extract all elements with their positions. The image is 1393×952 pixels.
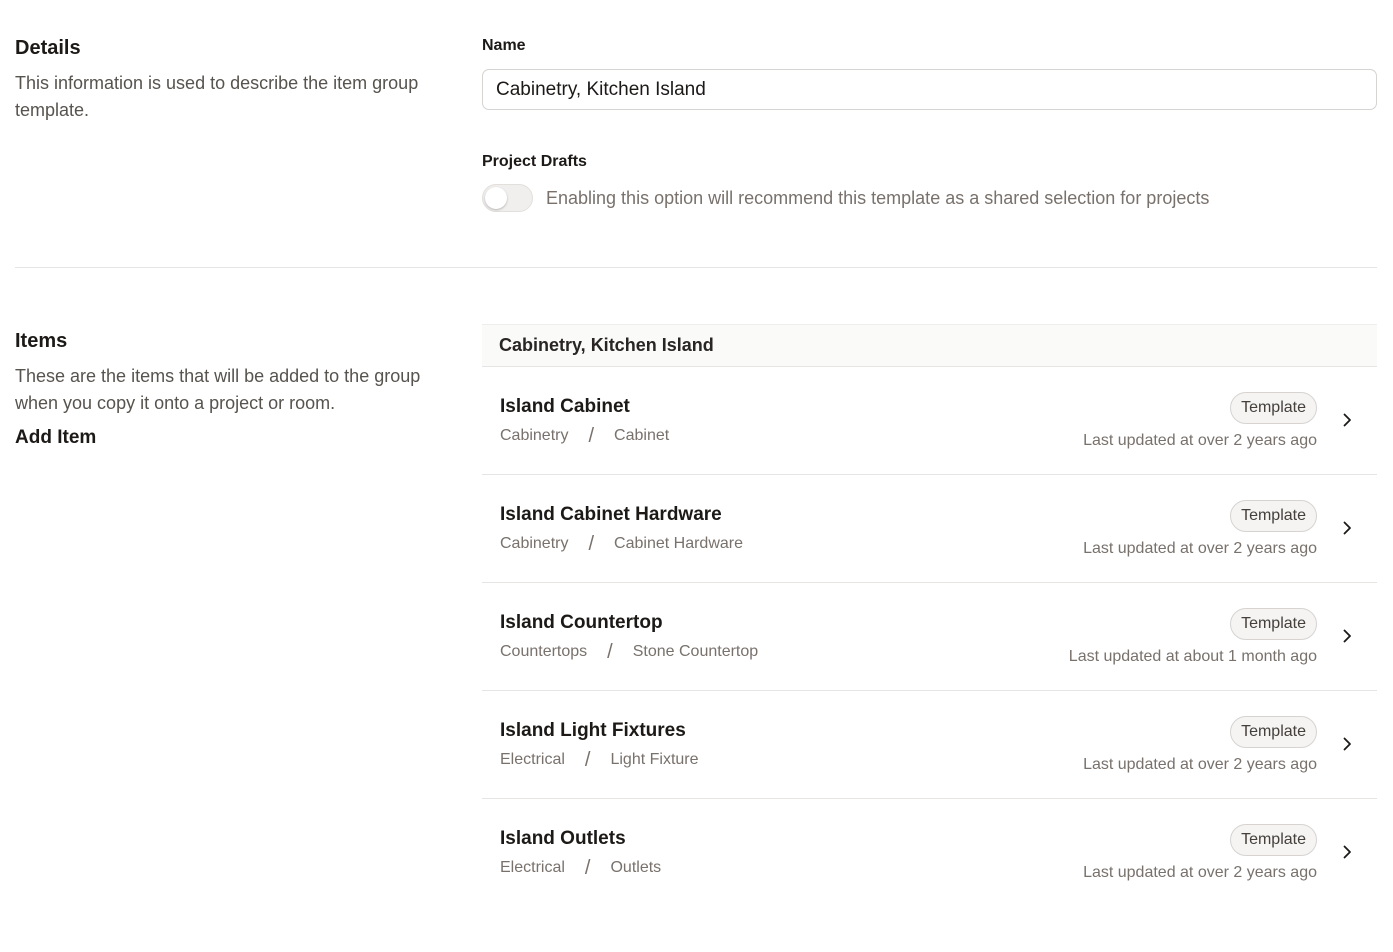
item-group-panel: Cabinetry, Kitchen Island Island Cabinet… bbox=[482, 324, 1377, 907]
project-drafts-description: Enabling this option will recommend this… bbox=[546, 188, 1210, 208]
item-category: Electrical bbox=[500, 859, 565, 876]
path-separator: / bbox=[588, 425, 595, 447]
details-section: Details This information is used to desc… bbox=[15, 36, 455, 124]
item-path: Countertops / Stone Countertop bbox=[500, 642, 758, 662]
add-item-button[interactable]: Add Item bbox=[15, 426, 96, 450]
name-input[interactable] bbox=[482, 69, 1377, 110]
name-label: Name bbox=[482, 37, 526, 54]
item-category: Countertops bbox=[500, 643, 588, 660]
template-badge: Template bbox=[1230, 608, 1317, 640]
list-item[interactable]: Island Light Fixtures Electrical / Light… bbox=[482, 691, 1377, 799]
chevron-right-icon[interactable] bbox=[1339, 736, 1355, 752]
item-name: Island Cabinet Hardware bbox=[500, 504, 722, 525]
project-drafts-label: Project Drafts bbox=[482, 153, 587, 170]
template-badge: Template bbox=[1230, 392, 1317, 424]
item-type: Cabinet Hardware bbox=[614, 535, 743, 552]
items-description: These are the items that will be added t… bbox=[15, 366, 421, 413]
item-type: Light Fixture bbox=[610, 751, 699, 768]
template-badge: Template bbox=[1230, 500, 1317, 532]
path-separator: / bbox=[584, 749, 591, 771]
item-category: Electrical bbox=[500, 751, 565, 768]
template-badge: Template bbox=[1230, 716, 1317, 748]
toggle-knob bbox=[485, 187, 507, 209]
item-category: Cabinetry bbox=[500, 427, 569, 444]
list-item[interactable]: Island Countertop Countertops / Stone Co… bbox=[482, 583, 1377, 691]
item-type: Stone Countertop bbox=[632, 643, 759, 660]
last-updated: Last updated at over 2 years ago bbox=[1083, 864, 1317, 881]
items-title: Items bbox=[15, 330, 68, 352]
item-category: Cabinetry bbox=[500, 535, 569, 552]
item-name: Island Outlets bbox=[500, 828, 626, 849]
item-name: Island Countertop bbox=[500, 612, 663, 633]
item-type: Cabinet bbox=[614, 427, 670, 444]
item-name: Island Cabinet bbox=[500, 396, 630, 417]
item-path: Electrical / Outlets bbox=[500, 858, 661, 878]
group-header: Cabinetry, Kitchen Island bbox=[482, 324, 1377, 367]
path-separator: / bbox=[607, 641, 613, 663]
section-divider bbox=[15, 267, 1377, 268]
chevron-right-icon[interactable] bbox=[1339, 412, 1355, 428]
list-item[interactable]: Island Outlets Electrical / Outlets Temp… bbox=[482, 799, 1377, 907]
item-type: Outlets bbox=[610, 859, 662, 876]
last-updated: Last updated at over 2 years ago bbox=[1083, 540, 1317, 557]
template-badge: Template bbox=[1230, 824, 1317, 856]
items-section: Items These are the items that will be a… bbox=[15, 329, 455, 450]
project-drafts-row: Enabling this option will recommend this… bbox=[482, 184, 1209, 212]
details-title: Details bbox=[15, 37, 81, 59]
last-updated: Last updated at over 2 years ago bbox=[1083, 432, 1317, 449]
chevron-right-icon[interactable] bbox=[1339, 628, 1355, 644]
path-separator: / bbox=[584, 857, 591, 879]
details-description: This information is used to describe the… bbox=[15, 73, 419, 120]
path-separator: / bbox=[588, 533, 595, 555]
item-name: Island Light Fixtures bbox=[500, 720, 686, 741]
item-path: Cabinetry / Cabinet bbox=[500, 426, 669, 446]
item-list: Island Cabinet Cabinetry / Cabinet Templ… bbox=[482, 367, 1377, 907]
last-updated: Last updated at over 2 years ago bbox=[1083, 756, 1317, 773]
list-item[interactable]: Island Cabinet Cabinetry / Cabinet Templ… bbox=[482, 367, 1377, 475]
chevron-right-icon[interactable] bbox=[1339, 520, 1355, 536]
item-path: Cabinetry / Cabinet Hardware bbox=[500, 534, 743, 554]
project-drafts-toggle[interactable] bbox=[482, 184, 533, 212]
list-item[interactable]: Island Cabinet Hardware Cabinetry / Cabi… bbox=[482, 475, 1377, 583]
last-updated: Last updated at about 1 month ago bbox=[1068, 648, 1317, 665]
item-path: Electrical / Light Fixture bbox=[500, 750, 699, 770]
chevron-right-icon[interactable] bbox=[1339, 844, 1355, 860]
